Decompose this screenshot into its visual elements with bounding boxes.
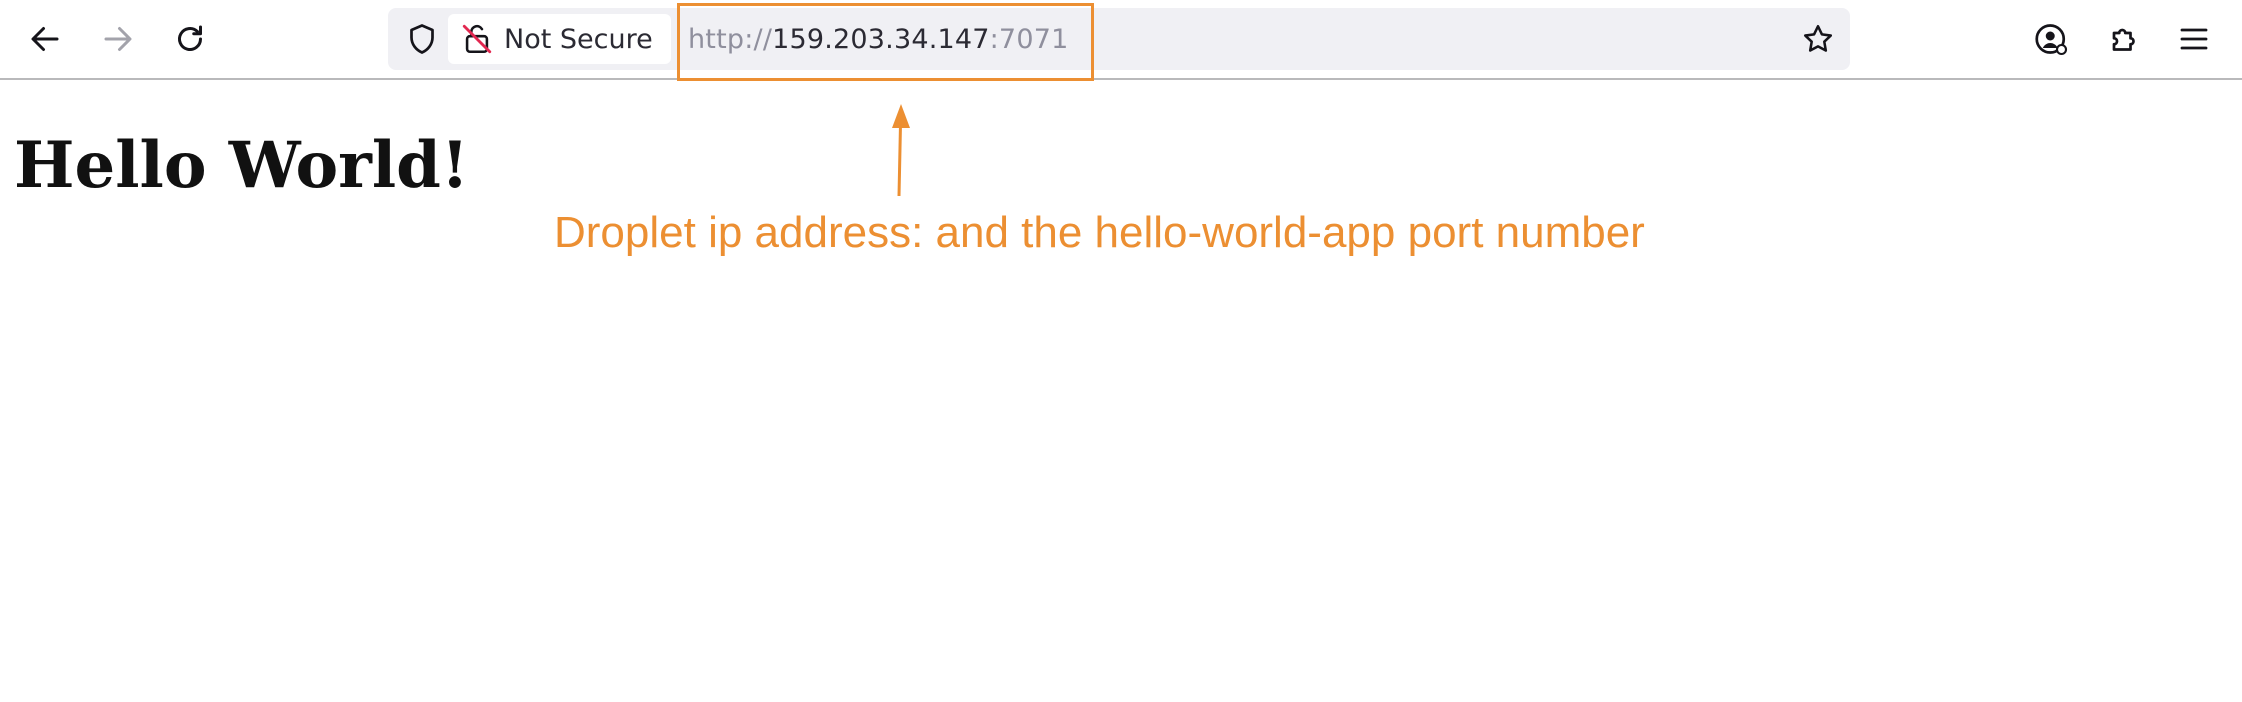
reload-icon bbox=[178, 25, 202, 51]
annotation-arrow bbox=[892, 104, 910, 197]
back-button[interactable] bbox=[20, 12, 70, 66]
menu-button[interactable] bbox=[2172, 17, 2216, 61]
account-button[interactable] bbox=[2029, 17, 2073, 61]
page-heading: Hello World! bbox=[14, 128, 469, 203]
shield-icon[interactable] bbox=[404, 21, 440, 57]
security-label: Not Secure bbox=[504, 23, 653, 55]
arrow-right-icon bbox=[104, 27, 132, 51]
forward-button[interactable] bbox=[93, 12, 143, 66]
extensions-button[interactable] bbox=[2101, 17, 2145, 61]
lock-strikethrough-icon bbox=[462, 24, 492, 54]
puzzle-icon bbox=[2112, 28, 2135, 51]
browser-toolbar: Not Secure http://159.203.34.147:7071 bbox=[0, 0, 2242, 80]
url-highlight-box bbox=[677, 3, 1094, 81]
hamburger-menu-icon bbox=[2180, 28, 2208, 50]
annotation-text: Droplet ip address: and the hello-world-… bbox=[554, 208, 1645, 257]
security-indicator[interactable]: Not Secure bbox=[448, 14, 671, 64]
arrow-left-icon bbox=[31, 27, 59, 51]
url-bar[interactable]: Not Secure http://159.203.34.147:7071 bbox=[388, 8, 1850, 70]
reload-button[interactable] bbox=[165, 12, 215, 66]
star-icon[interactable] bbox=[1800, 21, 1836, 57]
account-icon bbox=[2035, 24, 2068, 56]
